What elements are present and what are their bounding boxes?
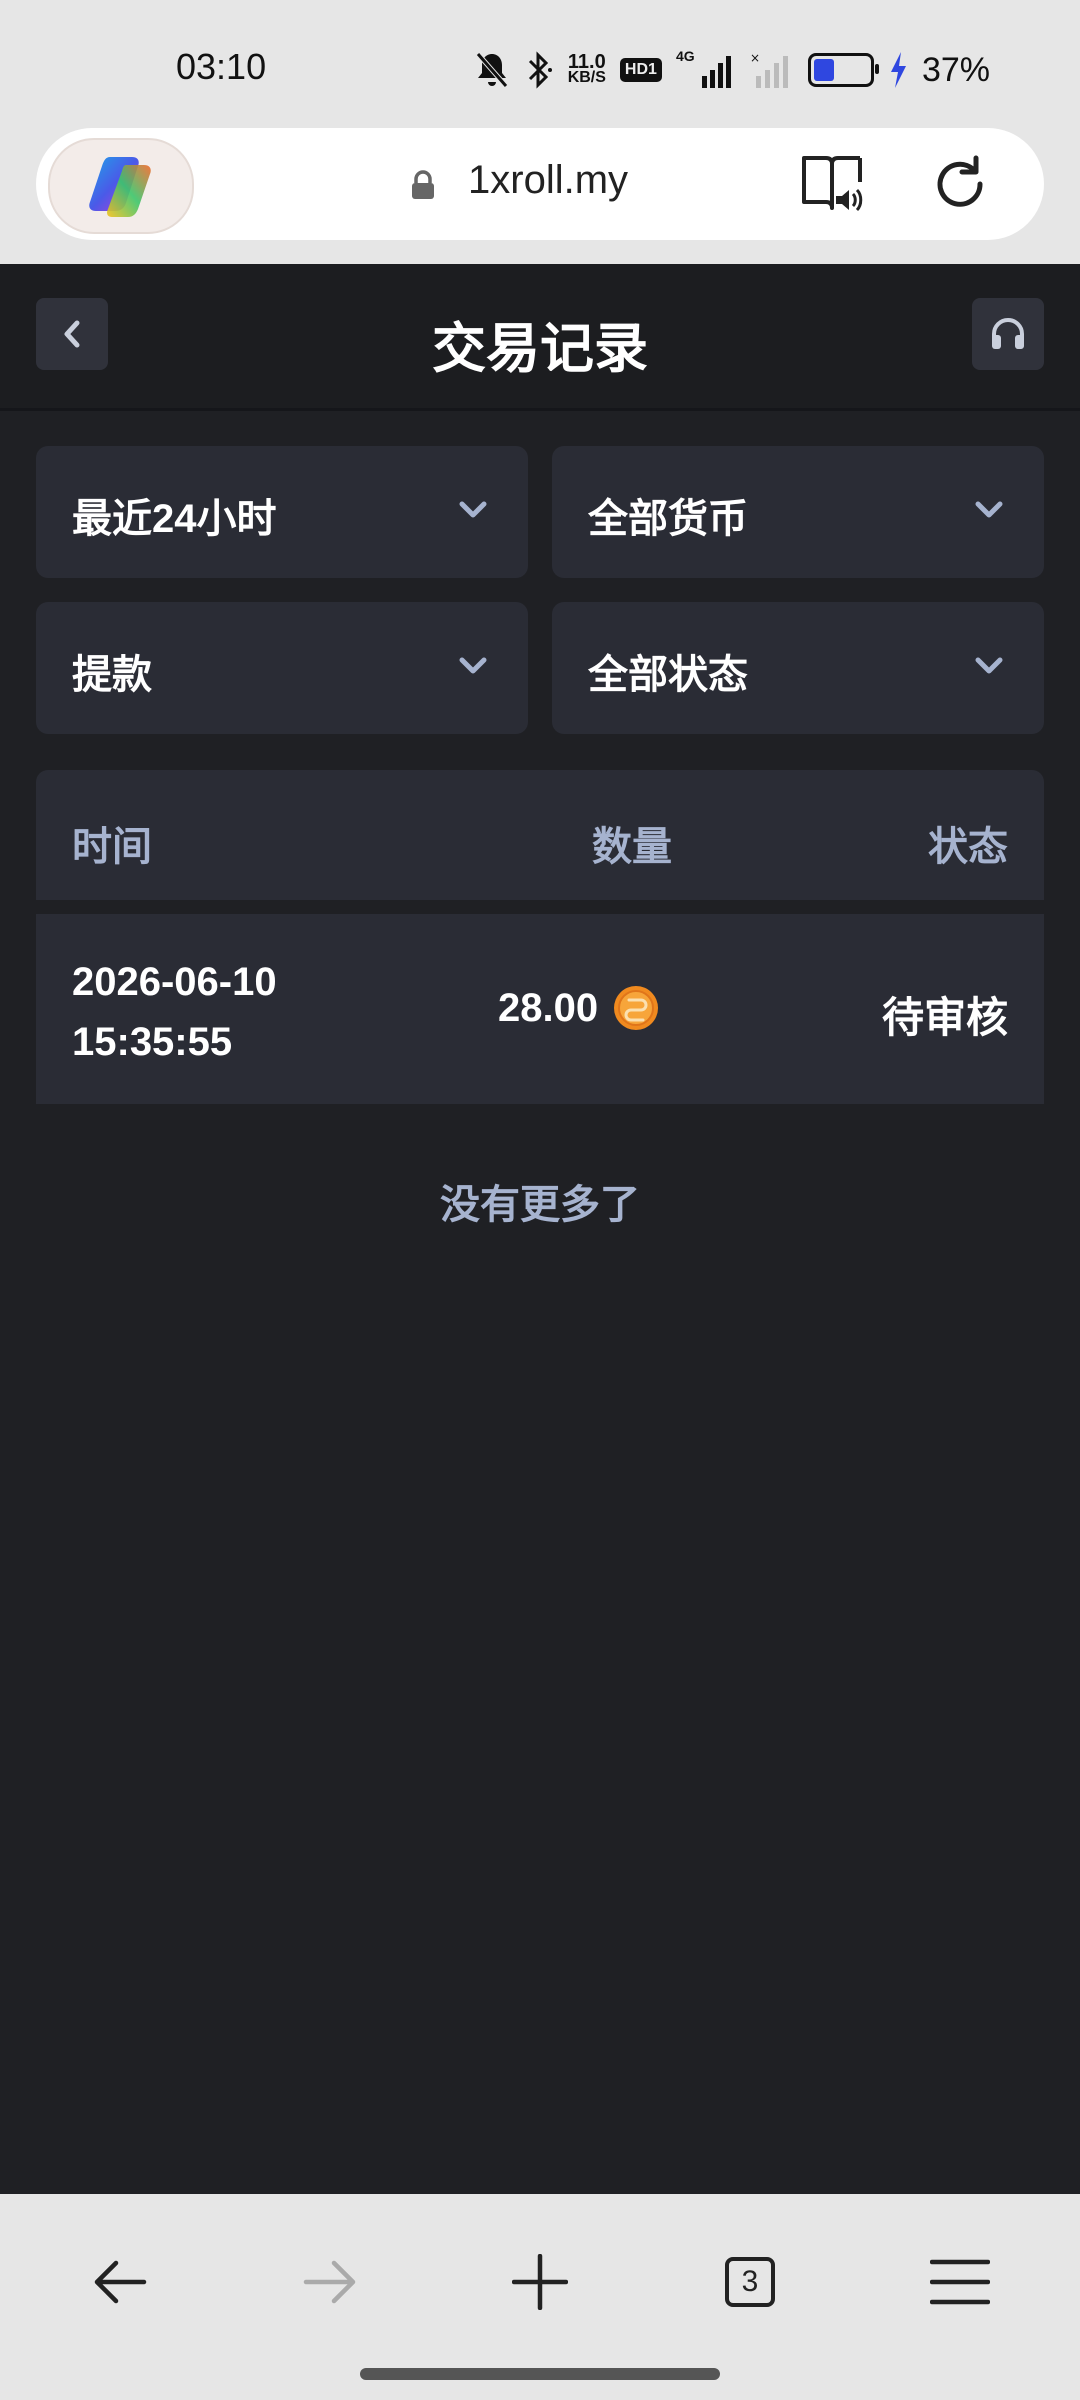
battery-fill: [813, 59, 834, 81]
menu-icon: [930, 2259, 990, 2305]
table-header: 时间 数量 状态: [36, 770, 1044, 900]
amount-value: 28.00: [498, 985, 599, 1030]
chevron-down-icon: [975, 501, 1003, 518]
headphones-icon: [992, 318, 1024, 349]
url-text[interactable]: 1xroll.my: [468, 158, 628, 203]
page-header: 交易记录: [0, 264, 1080, 411]
page-title: 交易记录: [432, 319, 648, 379]
filter-type-label: 提款: [72, 653, 152, 697]
filter-currency-label: 全部货币: [588, 497, 748, 541]
net-speed-value: 11.0: [567, 51, 606, 73]
chevron-down-icon: [459, 657, 487, 674]
column-header-status: 状态: [928, 825, 1008, 869]
cell-date: 2026-06-10: [72, 960, 277, 1004]
nav-tabs-button[interactable]: 3: [710, 2242, 790, 2322]
cell-time: 2026-06-10 15:35:55: [72, 952, 277, 1072]
nav-new-tab-button[interactable]: [500, 2242, 580, 2322]
bluetooth-icon: [528, 51, 552, 89]
copilot-button[interactable]: [48, 138, 194, 234]
filter-currency[interactable]: 全部货币: [552, 446, 1044, 578]
status-icons: 11.0 KB/S HD1 4G × 37%: [474, 46, 990, 94]
signal-icon: [701, 56, 731, 88]
hd-badge: HD1: [619, 58, 662, 82]
filter-time-range[interactable]: 最近24小时: [36, 446, 528, 578]
filter-time-range-label: 最近24小时: [72, 497, 277, 541]
bottom-nav: 3: [0, 2194, 1080, 2400]
cell-signal: 4G: [676, 48, 736, 90]
coin-icon: [614, 986, 659, 1030]
net-speed-unit: KB/S: [567, 69, 606, 86]
column-header-amount: 数量: [592, 825, 672, 869]
nav-menu-button[interactable]: [920, 2242, 1000, 2322]
back-arrow-icon: [94, 2260, 147, 2304]
new-tab-plus-icon: [512, 2254, 568, 2310]
browser-bar: 1xroll.my: [0, 128, 1080, 264]
home-indicator[interactable]: [360, 2368, 720, 2380]
filter-type[interactable]: 提款: [36, 602, 528, 734]
forward-arrow-icon: [303, 2260, 356, 2304]
chevron-down-icon: [459, 501, 487, 518]
support-button[interactable]: [972, 298, 1044, 370]
status-time: 03:10: [176, 46, 267, 87]
mute-bell-icon: [475, 52, 508, 88]
address-bar[interactable]: 1xroll.my: [36, 128, 1044, 240]
battery-percent: 37%: [921, 50, 990, 89]
svg-text:×: ×: [750, 51, 760, 65]
chevron-down-icon: [975, 657, 1003, 674]
cell-amount: 28.00: [498, 984, 660, 1032]
table-row[interactable]: 2026-06-10 15:35:55 28.00 待审核: [36, 914, 1044, 1104]
column-header-time: 时间: [72, 825, 152, 869]
filter-status-label: 全部状态: [588, 653, 748, 697]
reload-icon[interactable]: [930, 154, 990, 214]
tab-count: 3: [741, 2265, 759, 2298]
status-bar: 03:10 11.0 KB/S HD1 4G × 37%: [0, 0, 1080, 128]
nav-back-button[interactable]: [80, 2242, 160, 2322]
reader-mode-icon[interactable]: [800, 154, 864, 214]
signal-empty-icon: ×: [750, 51, 788, 88]
charging-icon: [890, 52, 906, 88]
cell-status: 待审核: [881, 994, 1008, 1041]
tabs-icon: 3: [725, 2257, 775, 2307]
lock-icon: [412, 170, 434, 199]
nav-forward-button[interactable]: [290, 2242, 370, 2322]
filter-status[interactable]: 全部状态: [552, 602, 1044, 734]
battery-icon: [807, 53, 879, 87]
cell-clock: 15:35:55: [72, 1020, 233, 1064]
no-more-text: 没有更多了: [440, 1183, 640, 1227]
net-speed: 11.0 KB/S: [567, 51, 606, 86]
copilot-icon: [89, 157, 151, 217]
